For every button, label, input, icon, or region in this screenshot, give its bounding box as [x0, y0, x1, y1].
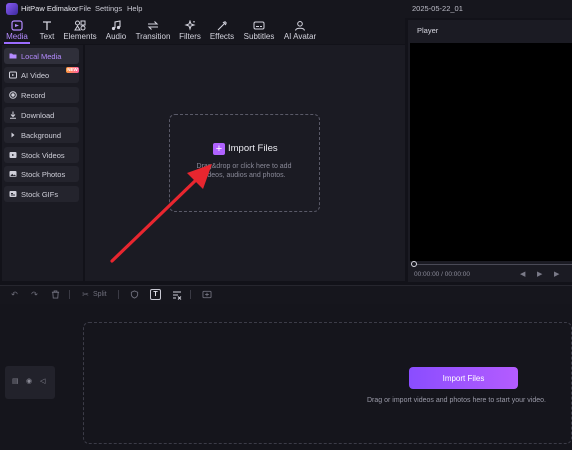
- previous-frame-icon[interactable]: ◀: [520, 270, 525, 278]
- sidebar-item-stock-photos[interactable]: Stock Photos: [4, 166, 79, 182]
- tab-audio[interactable]: Audio: [104, 18, 128, 44]
- sidebar-item-download[interactable]: Download: [4, 107, 79, 123]
- toolbar-divider: [69, 290, 70, 299]
- sidebar-item-background[interactable]: Background: [4, 127, 79, 143]
- background-icon: [11, 132, 15, 138]
- toolbar-divider: [190, 290, 191, 299]
- project-name: 2025-05-22_01: [412, 4, 463, 13]
- split-button-label[interactable]: Split: [93, 291, 107, 298]
- active-tab-indicator: [4, 42, 30, 44]
- tab-text-label: Text: [39, 32, 55, 41]
- folder-icon: [9, 53, 17, 59]
- sidebar-item-label: Download: [21, 110, 55, 120]
- text-to-speech-icon[interactable]: T: [150, 289, 161, 300]
- menu-help[interactable]: Help: [127, 4, 142, 13]
- tab-filters[interactable]: Filters: [177, 18, 203, 44]
- tab-media-label: Media: [6, 32, 28, 41]
- tab-ai-avatar-label: AI Avatar: [283, 32, 317, 41]
- ai-video-icon: [9, 71, 17, 79]
- scissors-icon[interactable]: ✂: [80, 289, 91, 300]
- tab-transition[interactable]: Transition: [134, 18, 172, 44]
- speaker-icon[interactable]: ◁: [40, 377, 45, 385]
- sidebar-item-label: Local Media: [21, 51, 62, 61]
- redo-icon[interactable]: ↷: [29, 289, 40, 300]
- tab-subtitles-label: Subtitles: [243, 32, 275, 41]
- player-title: Player: [417, 26, 439, 35]
- timeline-import-files-button[interactable]: Import Files: [409, 367, 518, 389]
- app-name: HitPaw Edimakor: [21, 4, 79, 13]
- sidebar-item-local-media[interactable]: Local Media: [4, 48, 79, 64]
- tab-ai-avatar[interactable]: AI Avatar: [282, 18, 318, 44]
- delete-icon[interactable]: [50, 289, 61, 300]
- import-files-label[interactable]: Import Files: [228, 143, 278, 154]
- stock-photos-icon: [9, 171, 17, 177]
- audio-icon: [111, 20, 121, 31]
- record-icon: [9, 91, 17, 99]
- transition-icon: [147, 21, 159, 30]
- seek-handle[interactable]: [411, 261, 417, 267]
- elements-icon: [74, 20, 86, 31]
- app-logo-icon: [6, 3, 18, 15]
- sidebar-item-label: Background: [21, 130, 62, 140]
- tab-media[interactable]: Media: [4, 18, 30, 44]
- tab-elements-label: Elements: [63, 32, 97, 41]
- add-track-icon[interactable]: [201, 289, 212, 300]
- sidebar-item-label: Stock Videos: [21, 150, 65, 160]
- timeline-hint: Drag or import videos and photos here to…: [367, 397, 546, 404]
- player-preview-screen: [410, 43, 572, 261]
- tab-transition-label: Transition: [135, 32, 171, 41]
- sidebar-item-label: AI Video: [21, 70, 50, 80]
- new-badge: NEW: [66, 67, 79, 73]
- toolbar-divider: [118, 290, 119, 299]
- sidebar-item-label: Stock Photos: [21, 169, 66, 179]
- filters-icon: [184, 20, 196, 31]
- sidebar-item-stock-videos[interactable]: Stock Videos: [4, 147, 79, 163]
- undo-icon[interactable]: ↶: [9, 289, 20, 300]
- sidebar-item-record[interactable]: Record: [4, 87, 79, 103]
- effects-icon: [217, 21, 227, 31]
- download-icon: [10, 111, 16, 119]
- player-timecode: 00:00:00 / 00:00:00: [414, 271, 471, 278]
- auto-subtitle-icon[interactable]: [171, 289, 182, 300]
- sidebar-item-stock-gifs[interactable]: Stock GIFs: [4, 186, 79, 202]
- media-icon: [11, 20, 23, 31]
- stock-gifs-icon: [9, 191, 17, 197]
- sidebar-item-label: Stock GIFs: [21, 189, 59, 199]
- track-type-icon: ▤: [12, 378, 19, 385]
- tab-subtitles[interactable]: Subtitles: [242, 18, 276, 44]
- tab-audio-label: Audio: [105, 32, 127, 41]
- tab-effects[interactable]: Effects: [208, 18, 236, 44]
- ai-avatar-icon: [295, 21, 305, 31]
- stock-videos-icon: [9, 152, 17, 158]
- play-icon[interactable]: ▶: [537, 270, 542, 278]
- text-icon: [43, 21, 51, 30]
- menu-file[interactable]: File: [79, 4, 91, 13]
- plus-icon[interactable]: +: [213, 143, 225, 155]
- tab-text[interactable]: Text: [36, 18, 58, 44]
- sidebar-item-label: Record: [21, 90, 46, 100]
- eye-icon[interactable]: ◉: [26, 377, 32, 385]
- next-frame-icon[interactable]: ▶: [554, 270, 559, 278]
- menu-settings[interactable]: Settings: [95, 4, 122, 13]
- tab-effects-label: Effects: [209, 32, 235, 41]
- tab-filters-label: Filters: [179, 32, 201, 41]
- shield-icon[interactable]: [129, 289, 140, 300]
- import-hint: Drag&drop or click here to add videos, a…: [196, 163, 292, 179]
- player-seek-bar[interactable]: [414, 264, 572, 265]
- tab-elements[interactable]: Elements: [62, 18, 98, 44]
- subtitles-icon: [253, 21, 265, 30]
